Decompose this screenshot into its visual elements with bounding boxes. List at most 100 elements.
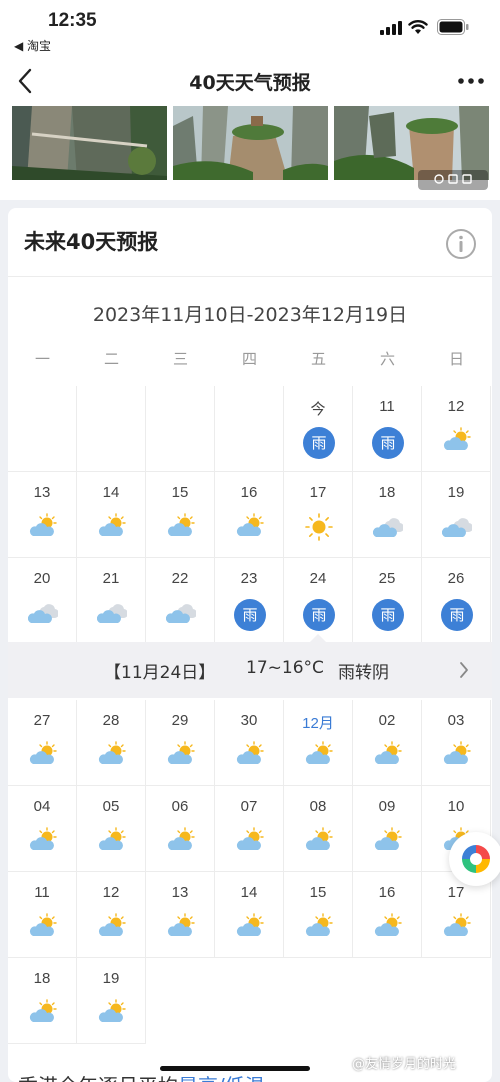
colorful-swirl-icon (462, 845, 490, 873)
day-number: 10 (447, 798, 465, 815)
calendar-day-cell[interactable]: 16 (215, 472, 284, 558)
calendar-day-cell[interactable]: 21 (77, 558, 146, 644)
day-number: 19 (447, 484, 465, 501)
day-number: 27 (33, 712, 51, 729)
partly-cloudy-icon (235, 826, 265, 856)
rain-badge: 雨 (234, 599, 266, 631)
calendar-day-cell[interactable]: 02 (353, 700, 422, 786)
scenery-photo-cliff-walkway[interactable] (12, 106, 167, 180)
calendar-day-cell[interactable]: 29 (146, 700, 215, 786)
chevron-right-icon[interactable] (458, 660, 470, 680)
calendar-day-cell[interactable]: 今雨 (284, 386, 353, 472)
partly-cloudy-icon (97, 740, 127, 770)
calendar-day-cell[interactable]: 14 (77, 472, 146, 558)
weekday-label: 四 (241, 350, 257, 368)
calendar-day-cell[interactable]: 12月 (284, 700, 353, 786)
partly-cloudy-icon (442, 426, 472, 456)
partly-cloudy-icon (304, 740, 334, 770)
day-number: 17 (447, 884, 465, 901)
calendar-day-cell[interactable]: 18 (353, 472, 422, 558)
partly-cloudy-icon (166, 826, 196, 856)
calendar-day-cell[interactable]: 28 (77, 700, 146, 786)
partly-cloudy-icon (97, 912, 127, 942)
calendar-day-cell[interactable]: 08 (284, 786, 353, 872)
calendar-day-cell[interactable]: 19 (77, 958, 146, 1044)
day-number: 15 (309, 884, 327, 901)
calendar-day-cell[interactable]: 23 雨 (215, 558, 284, 644)
scenery-photo-rock-pillar-2[interactable] (334, 106, 489, 180)
weekday-header: 一 二 三 四 五 六 日 (8, 348, 492, 378)
day-number: 16 (240, 484, 258, 501)
empty-calendar-cell (77, 386, 146, 472)
cloudy-icon (96, 598, 129, 628)
calendar-day-cell[interactable]: 14 (215, 872, 284, 958)
rain-badge: 雨 (372, 427, 404, 459)
rain-badge: 雨 (303, 599, 335, 631)
calendar-day-cell[interactable]: 16 (353, 872, 422, 958)
calendar-day-cell[interactable]: 13 (146, 872, 215, 958)
empty-calendar-cell (146, 386, 215, 472)
day-number: 18 (33, 970, 51, 987)
empty-calendar-cell (215, 386, 284, 472)
calendar-day-cell[interactable]: 07 (215, 786, 284, 872)
cellular-signal-icon (380, 21, 402, 35)
day-number: 12月 (302, 715, 334, 732)
more-options-icon[interactable] (458, 78, 484, 84)
day-number: 19 (102, 970, 120, 987)
monthly-average-link-row[interactable]: 香港全年逐月平均最高/低温 (18, 1070, 265, 1082)
day-number: 05 (102, 798, 120, 815)
partly-cloudy-icon (373, 740, 403, 770)
calendar-day-cell[interactable]: 25 雨 (353, 558, 422, 644)
partly-cloudy-icon (442, 912, 472, 942)
floating-assistant-button[interactable] (449, 832, 500, 886)
day-number: 29 (171, 712, 189, 729)
partly-cloudy-icon (97, 512, 127, 542)
partly-cloudy-icon (166, 912, 196, 942)
calendar-day-cell[interactable]: 13 (8, 472, 77, 558)
calendar-day-cell[interactable]: 09 (353, 786, 422, 872)
calendar-day-cell[interactable]: 30 (215, 700, 284, 786)
day-number: 14 (102, 484, 120, 501)
forecast-card: 未来40天预报 2023年11月10日-2023年12月19日 一 二 三 四 … (8, 208, 492, 1082)
calendar-day-cell[interactable]: 24 雨 (284, 558, 353, 644)
day-number: 02 (378, 712, 396, 729)
calendar-day-cell[interactable]: 26 雨 (422, 558, 491, 644)
calendar-day-cell[interactable]: 15 (284, 872, 353, 958)
calendar-day-cell[interactable]: 12 (422, 386, 491, 472)
day-detail-bar[interactable]: 【11月24日】 17~16°C 雨转阴 (8, 634, 492, 698)
calendar-day-cell[interactable]: 06 (146, 786, 215, 872)
calendar-day-cell[interactable]: 22 (146, 558, 215, 644)
day-number: 16 (378, 884, 396, 901)
day-number: 28 (102, 712, 120, 729)
home-indicator (160, 1066, 310, 1071)
partly-cloudy-icon (442, 740, 472, 770)
back-to-app-link[interactable]: ◀ 淘宝 (14, 37, 51, 54)
calendar-day-cell[interactable]: 18 (8, 958, 77, 1044)
day-number: 04 (33, 798, 51, 815)
cloudy-icon (27, 598, 60, 628)
date-range: 2023年11月10日-2023年12月19日 (92, 304, 408, 326)
info-icon[interactable] (445, 228, 477, 260)
calendar-day-cell[interactable]: 03 (422, 700, 491, 786)
day-number: 25 (378, 570, 396, 587)
calendar-day-cell[interactable]: 11 雨 (353, 386, 422, 472)
scenery-photo-rock-pillar[interactable] (173, 106, 328, 180)
divider (8, 276, 492, 277)
calendar-day-cell[interactable]: 17 (284, 472, 353, 558)
partly-cloudy-icon (373, 912, 403, 942)
partly-cloudy-icon (97, 826, 127, 856)
day-number: 今 (310, 401, 326, 418)
calendar-day-cell[interactable]: 12 (77, 872, 146, 958)
day-number: 20 (33, 570, 51, 587)
temperature-link[interactable]: 最高/低温 (178, 1074, 265, 1082)
calendar-day-cell[interactable]: 11 (8, 872, 77, 958)
calendar-day-cell[interactable]: 27 (8, 700, 77, 786)
calendar-day-cell[interactable]: 19 (422, 472, 491, 558)
calendar-day-cell[interactable]: 05 (77, 786, 146, 872)
weekday-label: 二 (103, 350, 119, 368)
calendar-day-cell[interactable]: 15 (146, 472, 215, 558)
calendar-day-cell[interactable]: 04 (8, 786, 77, 872)
wifi-icon (408, 20, 428, 34)
partly-cloudy-icon (304, 912, 334, 942)
calendar-day-cell[interactable]: 20 (8, 558, 77, 644)
